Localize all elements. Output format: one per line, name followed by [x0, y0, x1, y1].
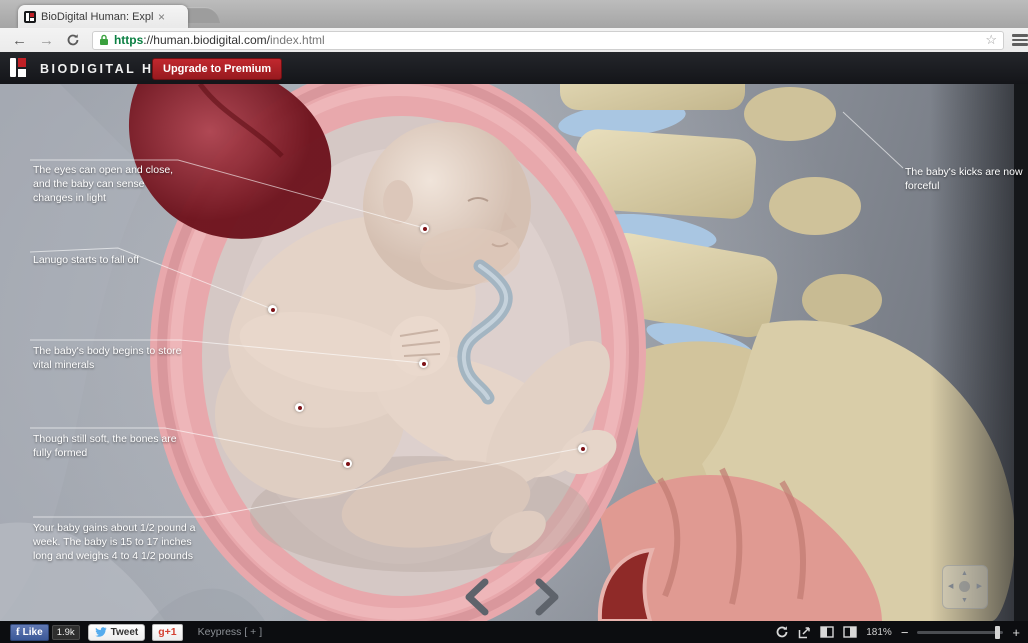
forward-button[interactable]: →	[39, 33, 54, 48]
browser-tab[interactable]: BioDigital Human: Explore ×	[18, 5, 188, 28]
bottom-bar: f Like 1.9k Tweet g+1 Keypress [ + ]	[0, 621, 1028, 643]
annotation-pin[interactable]	[295, 403, 304, 412]
annotation-label: Lanugo starts to fall off	[33, 253, 183, 267]
zoom-level: 181%	[866, 627, 892, 638]
annotation-label: The baby's kicks are now forceful	[905, 165, 1023, 193]
pan-right-icon[interactable]: ▶	[977, 583, 982, 590]
back-button[interactable]: ←	[12, 33, 27, 48]
panel-left-toggle-icon[interactable]	[820, 626, 834, 638]
next-arrow-icon[interactable]	[534, 578, 560, 616]
twitter-bird-icon	[95, 627, 107, 637]
reset-view-icon[interactable]	[775, 625, 789, 639]
tab-title: BioDigital Human: Explore	[41, 11, 153, 23]
app-window: BioDigital Human: Explore × ← → https://…	[0, 0, 1028, 643]
pan-up-icon[interactable]: ▲	[961, 570, 968, 577]
panel-right-toggle-icon[interactable]	[843, 626, 857, 638]
browser-menu-icon[interactable]	[1012, 34, 1028, 46]
facebook-like-button[interactable]: f Like	[10, 624, 49, 641]
bookmark-star-icon[interactable]: ☆	[985, 32, 997, 48]
zoom-slider[interactable]	[917, 631, 1003, 634]
annotation-pin[interactable]	[419, 359, 428, 368]
annotation-label: The eyes can open and close, and the bab…	[33, 163, 185, 206]
reload-icon[interactable]	[66, 33, 80, 47]
previous-arrow-icon[interactable]	[464, 578, 490, 616]
annotation-label: Your baby gains about 1/2 pound a week. …	[33, 521, 203, 564]
tweet-button[interactable]: Tweet	[88, 624, 146, 641]
upgrade-premium-button[interactable]: Upgrade to Premium	[152, 58, 282, 80]
zoom-out-icon[interactable]: −	[901, 626, 909, 639]
biodigital-favicon-icon	[24, 11, 36, 23]
annotation-pin[interactable]	[420, 224, 429, 233]
pan-left-icon[interactable]: ◀	[948, 583, 953, 590]
fullscreen-icon[interactable]	[798, 626, 811, 639]
google-plus-one-button[interactable]: g+1	[152, 624, 182, 641]
app-toolbar: BIODIGITAL HUMAN Upgrade to Premium Fema…	[0, 52, 1028, 85]
pan-dpad-control[interactable]: ▲ ▼ ◀ ▶	[942, 565, 988, 609]
pan-center-icon[interactable]	[959, 581, 970, 592]
padlock-icon	[99, 34, 109, 46]
facebook-icon: f	[16, 626, 20, 638]
biodigital-logo-icon	[10, 58, 32, 78]
zoom-in-icon[interactable]: +	[1012, 626, 1020, 639]
keypress-hint: Keypress [ + ]	[198, 626, 263, 638]
browser-tabstrip: BioDigital Human: Explore ×	[0, 0, 1028, 28]
pan-down-icon[interactable]: ▼	[961, 597, 968, 604]
url-text: https://human.biodigital.com/index.html	[114, 33, 325, 47]
like-count-badge: 1.9k	[52, 625, 80, 640]
annotation-pin[interactable]	[268, 305, 277, 314]
annotation-label: The baby's body begins to store vital mi…	[33, 344, 183, 372]
zoom-slider-handle[interactable]	[995, 626, 1000, 639]
viewer-controls: 181% − +	[775, 625, 1020, 639]
omnibox[interactable]: https://human.biodigital.com/index.html …	[92, 31, 1004, 50]
browser-url-bar: ← → https://human.biodigital.com/index.h…	[0, 28, 1028, 53]
3d-viewport[interactable]: The eyes can open and close, and the bab…	[0, 84, 1028, 621]
annotation-label: Though still soft, the bones are fully f…	[33, 432, 183, 460]
tab-close-icon[interactable]: ×	[158, 11, 165, 23]
annotation-pin[interactable]	[343, 459, 352, 468]
annotation-pin[interactable]	[578, 444, 587, 453]
